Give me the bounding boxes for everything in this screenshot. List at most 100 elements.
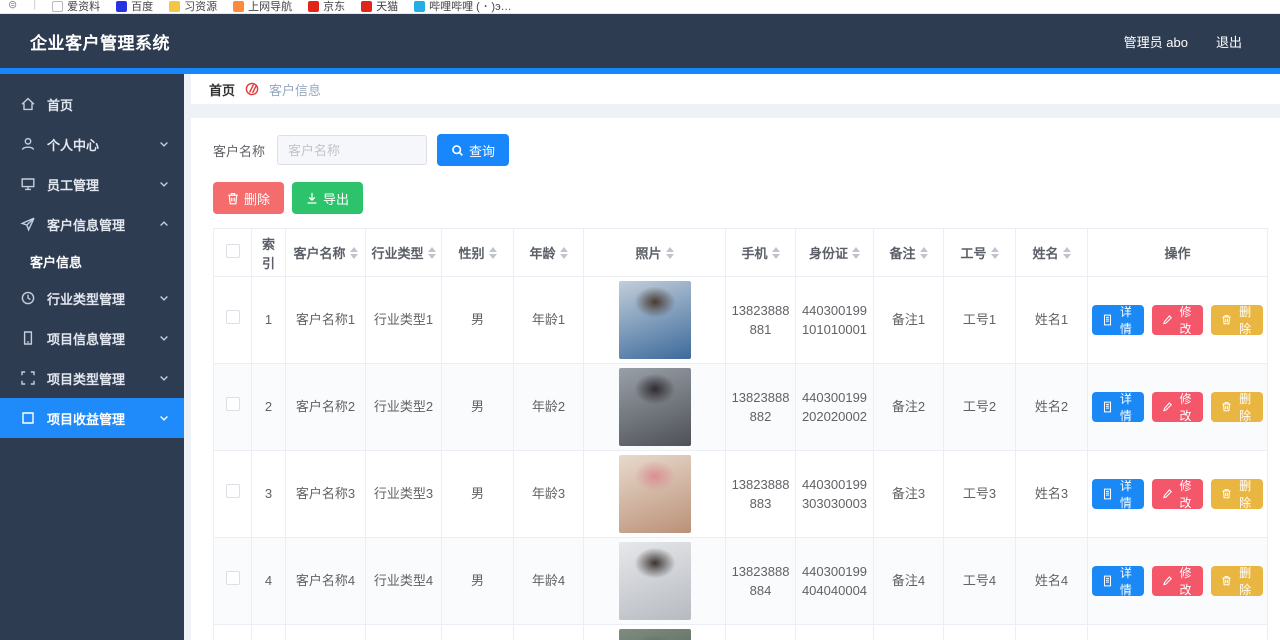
row-detail-button[interactable]: 详情 [1092,479,1144,509]
tv-icon [414,1,425,12]
column-header-label: 身份证 [809,243,848,262]
sort-carets-icon[interactable] [666,247,674,259]
sidebar-item-employee-mgmt[interactable]: 员工管理 [0,164,184,204]
cell-index: 2 [252,364,286,451]
bookmark-item[interactable]: 习资源 [169,0,217,14]
customer-photo [619,542,691,620]
bookmark-item[interactable]: 上网导航 [233,0,292,14]
row-detail-button[interactable]: 详情 [1092,305,1144,335]
sort-carets-icon[interactable] [852,247,860,259]
bookmark-item[interactable]: 爱资料 [52,0,100,14]
pen-icon [1162,488,1173,500]
row-checkbox[interactable] [226,397,240,411]
sidebar-item-project-type-mgmt[interactable]: 项目类型管理 [0,358,184,398]
cell-note: 备注4 [874,538,944,625]
column-header-label: 性别 [458,243,484,262]
cell-note [874,625,944,640]
cell-name [286,625,366,640]
row-edit-button[interactable]: 修改 [1152,479,1204,509]
column-header[interactable]: 年龄 [514,229,584,277]
sort-carets-icon[interactable] [350,247,358,259]
column-header[interactable]: 照片 [584,229,726,277]
column-header[interactable]: 性别 [442,229,514,277]
row-delete-button[interactable]: 删除 [1211,479,1263,509]
sort-carets-icon[interactable] [489,247,497,259]
cell-age: 年龄2 [514,364,584,451]
sort-carets-icon[interactable] [991,247,999,259]
circle-icon [169,1,180,12]
column-header[interactable]: 客户名称 [286,229,366,277]
row-detail-button[interactable]: 详情 [1092,566,1144,596]
sidebar-item-label: 项目收益管理 [47,409,125,428]
sidebar-item-label: 项目类型管理 [47,369,125,388]
bookmark-item[interactable]: 哔哩哔哩 ( ･ )э… [414,0,512,14]
row-edit-button[interactable]: 修改 [1152,392,1204,422]
sidebar-item-project-info-mgmt[interactable]: 项目信息管理 [0,318,184,358]
column-header[interactable]: 姓名 [1016,229,1088,277]
column-header[interactable]: 行业类型 [366,229,442,277]
row-edit-button[interactable]: 修改 [1152,566,1204,596]
export-button[interactable]: 导出 [292,182,363,214]
sidebar-item-profile[interactable]: 个人中心 [0,124,184,164]
main-content: 首页 客户信息 客户名称 查询 [184,74,1280,640]
bookmarks-divider: | [33,0,36,10]
sidebar-item-industry-type-mgmt[interactable]: 行业类型管理 [0,278,184,318]
query-button[interactable]: 查询 [437,134,509,166]
customer-name-input[interactable] [277,135,427,165]
row-delete-button[interactable]: 删除 [1211,392,1263,422]
sidebar-item-project-revenue-mgmt[interactable]: 项目收益管理 [0,398,184,438]
column-header[interactable]: 身份证 [796,229,874,277]
sidebar-item-label: 员工管理 [47,175,99,194]
sidebar-item-home[interactable]: 首页 [0,84,184,124]
browser-bookmarks-bar: ⊜ | 爱资料 百度 习资源 上网导航 京东 天猫 哔哩哔哩 ( ･ )э… [0,0,1280,14]
cell-phone: 13823888882 [726,364,796,451]
sort-carets-icon[interactable] [1063,247,1071,259]
row-delete-button[interactable]: 删除 [1211,566,1263,596]
trash-icon [1221,401,1232,413]
search-label: 客户名称 [213,141,265,160]
select-all-header[interactable] [214,229,252,277]
breadcrumb-home-link[interactable]: 首页 [209,80,235,99]
bookmark-item[interactable]: 天猫 [361,0,398,14]
row-checkbox[interactable] [226,310,240,324]
cell-industry: 行业类型1 [366,277,442,364]
sidebar-item-label: 行业类型管理 [47,289,125,308]
monitor-icon [20,176,36,192]
sidebar-subitem-customer-info[interactable]: 客户信息 [0,244,184,278]
column-header-label: 行业类型 [371,243,423,262]
breadcrumb-current: 客户信息 [269,80,321,99]
cell-industry [366,625,442,640]
row-detail-button[interactable]: 详情 [1092,392,1144,422]
column-header[interactable]: 备注 [874,229,944,277]
select-all-checkbox[interactable] [226,244,240,258]
bookmark-item[interactable]: 京东 [308,0,345,14]
row-edit-button[interactable]: 修改 [1152,305,1204,335]
row-checkbox[interactable] [226,571,240,585]
column-header[interactable]: 工号 [944,229,1016,277]
doc-icon [1102,401,1113,413]
cell-phone: 13823888884 [726,538,796,625]
browser-menu-icon[interactable]: ⊜ [8,0,17,11]
sidebar-item-label: 项目信息管理 [47,329,125,348]
trash-icon [227,192,239,205]
cell-person: 姓名4 [1016,538,1088,625]
sidebar-item-label: 个人中心 [47,135,99,154]
row-delete-button[interactable]: 删除 [1211,305,1263,335]
sidebar-item-customer-info-mgmt[interactable]: 客户信息管理 [0,204,184,244]
row-checkbox[interactable] [226,484,240,498]
cell-id_card: 440300199404040004 [796,538,874,625]
bookmark-item[interactable]: 百度 [116,0,153,14]
tmall-icon [361,1,372,12]
cell-person: 姓名3 [1016,451,1088,538]
logout-button[interactable]: 退出 [1216,32,1242,51]
column-header[interactable]: 手机 [726,229,796,277]
bulk-delete-button[interactable]: 删除 [213,182,284,214]
sort-carets-icon[interactable] [428,247,436,259]
sort-carets-icon[interactable] [560,247,568,259]
sort-carets-icon[interactable] [772,247,780,259]
column-header-label: 照片 [635,243,661,262]
chevron-up-icon [158,218,170,230]
bookmark-label: 哔哩哔哩 ( ･ )э… [429,0,512,14]
column-header: 操作 [1088,229,1268,277]
sort-carets-icon[interactable] [920,247,928,259]
